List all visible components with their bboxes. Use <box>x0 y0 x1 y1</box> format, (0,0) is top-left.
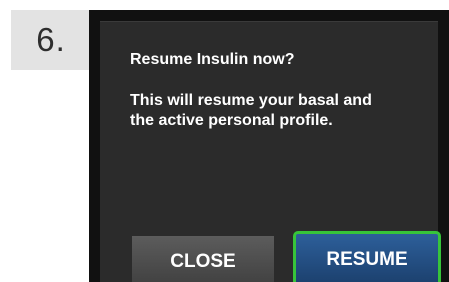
instruction-step: 6. Resume Insulin now? This will resume … <box>0 0 449 282</box>
step-number-box: 6. <box>11 10 91 70</box>
dialog-message: This will resume your basal and the acti… <box>130 91 430 131</box>
dialog-message-line: the active personal profile. <box>130 112 333 129</box>
resume-insulin-dialog: Resume Insulin now? This will resume you… <box>100 21 441 282</box>
device-screen: Resume Insulin now? This will resume you… <box>89 10 449 282</box>
resume-button[interactable]: RESUME <box>293 231 441 282</box>
dialog-title: Resume Insulin now? <box>130 51 295 68</box>
step-number: 6. <box>36 21 66 58</box>
dialog-message-line: This will resume your basal and <box>130 92 372 109</box>
close-button[interactable]: CLOSE <box>132 236 274 282</box>
